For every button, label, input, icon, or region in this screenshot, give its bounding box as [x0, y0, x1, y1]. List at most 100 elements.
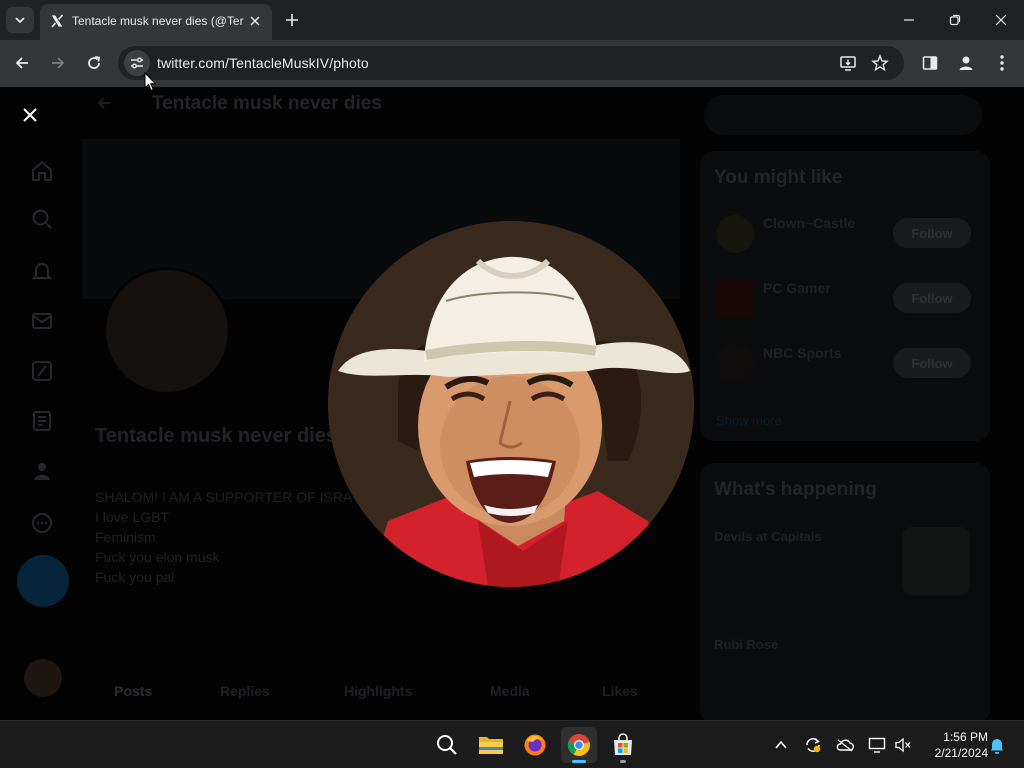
grok-icon[interactable]	[30, 359, 54, 383]
back-arrow-icon[interactable]	[96, 95, 112, 111]
follow-button[interactable]: Follow	[893, 283, 971, 313]
profile-button[interactable]	[953, 50, 979, 76]
profile-avatar-dimmed[interactable]	[103, 267, 231, 395]
profile-display-name: Tentacle musk never dies	[95, 425, 337, 447]
microsoft-store-button[interactable]	[605, 727, 641, 763]
star-icon	[871, 54, 889, 72]
close-window-button[interactable]	[986, 6, 1016, 34]
new-tab-button[interactable]	[281, 9, 303, 31]
bio-line: I love LGBT	[95, 509, 169, 525]
follow-button[interactable]: Follow	[893, 218, 971, 248]
minimize-icon	[904, 19, 914, 21]
system-clock[interactable]: 1:56 PM 2/21/2024	[916, 729, 988, 761]
notifications-button[interactable]	[985, 733, 1009, 757]
notifications-bell-icon[interactable]	[30, 259, 54, 283]
tab-posts[interactable]: Posts	[114, 683, 152, 699]
profile-photo-enlarged	[328, 221, 694, 587]
show-more-link[interactable]: Show more	[716, 413, 782, 428]
person-icon	[959, 56, 973, 70]
trend-thumbnail	[902, 527, 970, 595]
restore-button[interactable]	[940, 6, 970, 34]
url-text[interactable]: twitter.com/TentacleMuskIV/photo	[157, 55, 369, 71]
clock-time: 1:56 PM	[943, 730, 988, 744]
volume-tray-button[interactable]	[891, 733, 915, 757]
profile-bio: SHALOM! I AM A SUPPORTER OF ISRA I love …	[95, 487, 352, 587]
more-circle-icon[interactable]	[30, 511, 54, 535]
mouse-cursor-icon	[144, 72, 157, 92]
cloud-icon	[836, 739, 855, 752]
tab-likes[interactable]: Likes	[602, 683, 638, 699]
tab-media[interactable]: Media	[490, 683, 530, 699]
network-tray-button[interactable]	[865, 733, 889, 757]
address-bar[interactable]: twitter.com/TentacleMuskIV/photo	[118, 46, 904, 80]
folder-icon	[479, 737, 503, 754]
file-explorer-button[interactable]	[473, 727, 509, 763]
clock-date: 2/21/2024	[934, 746, 988, 760]
suggestion-name[interactable]: NBC Sports	[763, 345, 842, 361]
bio-line: Fuck you pal	[95, 569, 175, 585]
close-photo-viewer-button[interactable]	[16, 101, 44, 129]
browser-tab-bar: Tentacle musk never dies (@Ter	[0, 0, 1024, 40]
search-box[interactable]	[704, 95, 982, 135]
tab-close-icon[interactable]	[246, 12, 264, 30]
forward-button[interactable]	[45, 50, 71, 76]
arrow-right-icon	[52, 57, 65, 69]
plus-icon	[286, 14, 298, 26]
network-icon	[868, 737, 886, 753]
sync-icon	[806, 737, 821, 753]
side-panel-icon	[922, 56, 938, 70]
bell-icon	[990, 739, 1004, 754]
bio-line: Fuck you elon musk	[95, 549, 220, 565]
follow-button[interactable]: Follow	[893, 348, 971, 378]
profile-person-icon[interactable]	[30, 459, 54, 483]
account-avatar[interactable]	[24, 659, 62, 697]
tab-title: Tentacle musk never dies (@Ter	[72, 14, 244, 28]
install-app-icon	[840, 56, 856, 71]
tab-search-button[interactable]	[6, 7, 34, 33]
more-vertical-icon	[1000, 55, 1004, 71]
lists-icon[interactable]	[30, 409, 54, 433]
trend-item[interactable]: Devils at Capitals	[714, 529, 822, 544]
show-hidden-icons-button[interactable]	[769, 733, 793, 757]
whats-happening-card: What's happening Devils at Capitals Rubi…	[700, 463, 990, 720]
firefox-button[interactable]	[517, 727, 553, 763]
x-logo-icon	[50, 14, 64, 28]
taskbar-search-button[interactable]	[429, 727, 465, 763]
tab-highlights[interactable]: Highlights	[344, 683, 412, 699]
messages-mail-icon[interactable]	[30, 309, 54, 333]
close-icon	[995, 14, 1007, 26]
home-icon[interactable]	[30, 159, 54, 183]
whats-happening-title: What's happening	[714, 479, 877, 500]
twitter-profile-page: Tentacle musk never dies Tentacle musk n…	[0, 87, 1024, 720]
browser-menu-button[interactable]	[989, 50, 1015, 76]
explore-search-icon[interactable]	[30, 207, 54, 231]
reload-icon	[88, 56, 101, 69]
suggestion-avatar[interactable]	[716, 344, 754, 382]
chrome-button[interactable]	[561, 727, 597, 763]
trend-item[interactable]: Rubi Rose	[714, 637, 778, 652]
store-icon	[614, 733, 632, 755]
sync-tray-button[interactable]	[801, 733, 825, 757]
suggestion-name[interactable]: Clown~Castle	[763, 215, 855, 231]
minimize-button[interactable]	[894, 6, 924, 34]
tune-icon	[131, 57, 143, 69]
chevron-up-icon	[775, 740, 787, 749]
browser-tab-active[interactable]: Tentacle musk never dies (@Ter	[40, 4, 272, 40]
tab-replies[interactable]: Replies	[220, 683, 270, 699]
side-panel-button[interactable]	[917, 50, 943, 76]
windows-taskbar: 1:56 PM 2/21/2024	[0, 720, 1024, 768]
post-button[interactable]	[17, 555, 69, 607]
page-header-name: Tentacle musk never dies	[152, 93, 382, 114]
onedrive-tray-button[interactable]	[833, 733, 857, 757]
chevron-down-icon	[15, 17, 25, 24]
suggestion-avatar[interactable]	[716, 279, 754, 317]
bookmark-button[interactable]	[867, 50, 893, 76]
back-button[interactable]	[9, 50, 35, 76]
install-app-button[interactable]	[835, 50, 861, 76]
suggestion-avatar[interactable]	[716, 215, 754, 253]
active-app-indicator	[572, 760, 586, 763]
suggestion-name[interactable]: PC Gamer	[763, 280, 831, 296]
reload-button[interactable]	[81, 50, 107, 76]
bio-line: SHALOM! I AM A SUPPORTER OF ISRA	[95, 489, 353, 505]
search-icon	[437, 735, 457, 755]
